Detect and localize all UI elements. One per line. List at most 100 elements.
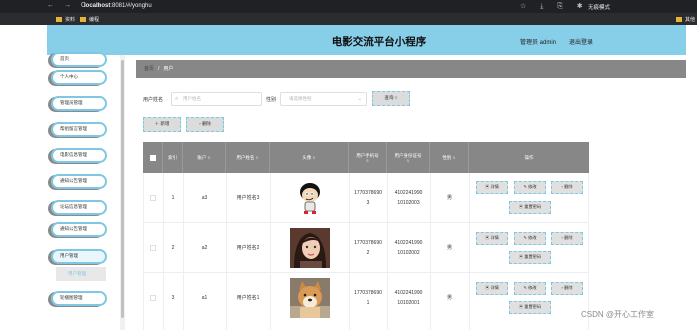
sort-icon: ⇅ xyxy=(207,155,211,160)
sidebar-item-messages[interactable]: 帮组留言管理 xyxy=(51,122,107,137)
edit-button[interactable]: ✎ 修改 xyxy=(514,282,546,295)
reset-password-button[interactable]: ▣ 重置密码 xyxy=(509,201,551,214)
col-phone[interactable]: 用户手机号 ⇅ xyxy=(349,142,387,173)
edit-button[interactable]: ✎ 修改 xyxy=(514,181,546,194)
browser-action-icons[interactable]: ☆ ⤓ ⎘ ✱ xyxy=(520,2,589,11)
breadcrumb-home[interactable]: 首页 xyxy=(144,66,154,72)
admin-label: 管理员 admin xyxy=(520,40,557,46)
sidebar-item-notices-2[interactable]: 通知公告管理 xyxy=(51,222,107,237)
edit-button[interactable]: ✎ 修改 xyxy=(514,232,546,245)
detail-button[interactable]: ▣ 详情 xyxy=(476,282,508,295)
row-select-cell xyxy=(143,223,163,273)
row-checkbox[interactable] xyxy=(150,195,156,201)
sort-icon: ⇅ xyxy=(452,155,456,160)
bookmark-folder[interactable]: 资料 xyxy=(56,16,75,23)
watermark: CSDN @开心工作室 xyxy=(581,310,655,319)
sidebar-item-movies[interactable]: 电影信息管理 xyxy=(51,148,107,163)
gender-select[interactable]: 请选择性别 ⌄ xyxy=(280,92,367,106)
trash-icon: ▫ xyxy=(561,285,563,290)
add-button[interactable]: ＋ 新增 xyxy=(143,117,181,132)
url-host: localhost xyxy=(84,3,111,9)
sidebar-item-users[interactable]: 用户管理 xyxy=(51,249,107,264)
table-header: 索引 账户 ⇅ 用户姓名 ⇅ 头像 ⇅ 用户手机号 ⇅ 用户身份证号 ⇅ 性别 ⇅ … xyxy=(143,142,589,173)
phone-cell: 1770378690 3 xyxy=(354,190,382,206)
table-divider xyxy=(469,173,470,330)
name-filter-input[interactable]: ⌕ 用户姓名 xyxy=(171,92,262,106)
select-all-checkbox[interactable] xyxy=(149,154,156,161)
table-divider xyxy=(349,173,350,330)
name-filter-label: 用户姓名 xyxy=(143,97,164,103)
table-divider xyxy=(226,173,227,330)
avatar-cell xyxy=(270,173,349,223)
account-cell: a2 xyxy=(201,245,208,251)
index-cell: 3 xyxy=(171,295,175,301)
reset-password-button[interactable]: ▣ 重置密码 xyxy=(509,301,551,314)
sidebar-item-profile[interactable]: 个人中心 xyxy=(51,70,107,85)
sort-icon: ⇅ xyxy=(312,155,316,160)
col-actions: 操作 xyxy=(524,154,534,160)
name-cell: 用户姓名2 xyxy=(236,245,260,251)
detail-button[interactable]: ▣ 详情 xyxy=(476,232,508,245)
col-avatar[interactable]: 头像 ⇅ xyxy=(270,142,349,173)
sidebar-subitem-users[interactable]: 用户管理 xyxy=(56,267,106,281)
row-select-cell xyxy=(143,173,163,223)
reset-password-button[interactable]: ▣ 重置密码 xyxy=(509,251,551,264)
query-button[interactable]: 查询 ○ xyxy=(372,91,410,106)
sidebar-item-carousel[interactable]: 轮播图管理 xyxy=(51,291,107,306)
avatar-cell xyxy=(270,273,349,323)
sidebar-item-admins[interactable]: 管理员管理 xyxy=(51,96,107,111)
sort-icon: ⇅ xyxy=(255,155,259,160)
url-path: :8081/#/yonghu xyxy=(110,3,152,9)
address-bar[interactable]: localhost:8081/#/yonghu xyxy=(84,3,152,9)
app-header: 电影交流平台小程序 管理员 admin 退出登录 xyxy=(47,25,686,55)
detail-icon: ▣ xyxy=(485,235,490,240)
logout-link[interactable]: 退出登录 xyxy=(569,37,593,46)
gender-cell: 男 xyxy=(446,195,452,201)
sidebar-scroll-thumb[interactable] xyxy=(121,60,124,318)
sort-icon: ⇅ xyxy=(366,158,369,163)
folder-icon xyxy=(56,17,62,22)
search-icon: ⌕ xyxy=(175,96,179,102)
col-idcard[interactable]: 用户身份证号 ⇅ xyxy=(387,142,430,173)
row-checkbox[interactable] xyxy=(150,295,156,301)
trash-icon: ▫ xyxy=(561,184,563,189)
sidebar-item-notices[interactable]: 通知公告管理 xyxy=(51,174,107,189)
phone-cell: 1770378690 2 xyxy=(354,240,382,256)
key-icon: ▣ xyxy=(518,254,524,259)
bookmark-folder[interactable]: 编程 xyxy=(80,16,99,23)
col-index[interactable]: 索引 xyxy=(163,142,183,173)
index-cell: 2 xyxy=(171,245,175,251)
key-icon: ▣ xyxy=(518,304,524,309)
delete-button[interactable]: ▫ 删除 xyxy=(551,181,583,194)
edit-icon: ✎ xyxy=(523,184,527,189)
col-name[interactable]: 用户姓名 ⇅ xyxy=(226,142,270,173)
incognito-label[interactable]: 无痕模式 xyxy=(588,3,610,11)
sidebar-item-forum[interactable]: 论坛信息管理 xyxy=(51,200,107,215)
avatar-cartoon-image xyxy=(299,183,320,214)
delete-button[interactable]: ▫ 删除 xyxy=(551,232,583,245)
row-checkbox[interactable] xyxy=(150,245,156,251)
table-divider xyxy=(387,173,388,330)
bookmark-folder-other[interactable]: 其他 xyxy=(676,16,695,23)
avatar-cell xyxy=(270,223,349,273)
batch-delete-button[interactable]: ▫ 删除 xyxy=(186,117,224,132)
table-divider xyxy=(183,173,184,330)
row-select-cell xyxy=(143,273,163,323)
phone-cell: 1770378690 1 xyxy=(354,290,382,306)
detail-button[interactable]: ▣ 详情 xyxy=(476,181,508,194)
gender-filter-label: 性别 xyxy=(266,97,277,103)
col-gender[interactable]: 性别 ⇅ xyxy=(430,142,469,173)
col-account[interactable]: 账户 ⇅ xyxy=(183,142,226,173)
table-row: 2 a2 用户姓名2 1770378690 2 4102241990 1010200… xyxy=(143,223,589,273)
page-left-gutter xyxy=(0,25,47,330)
detail-icon: ▣ xyxy=(485,184,490,189)
table-row: 3 a1 用户姓名1 1770378690 1 4102241990 1010200… xyxy=(143,273,589,323)
delete-button[interactable]: ▫ 删除 xyxy=(551,282,583,295)
browser-toolbar: ← → C ⌂ localhost:8081/#/yonghu ☆ ⤓ ⎘ ✱ … xyxy=(0,0,697,13)
sidebar: 首页 个人中心 管理员管理 帮组留言管理 电影信息管理 通知公告管理 论坛信息管… xyxy=(47,52,119,330)
folder-icon xyxy=(676,17,682,22)
sidebar-item-home[interactable]: 首页 xyxy=(51,52,107,67)
idcard-cell: 4102241990 10102003 xyxy=(394,190,423,206)
folder-icon xyxy=(80,17,86,22)
bookmarks-bar: 资料 编程 其他 xyxy=(0,13,697,25)
